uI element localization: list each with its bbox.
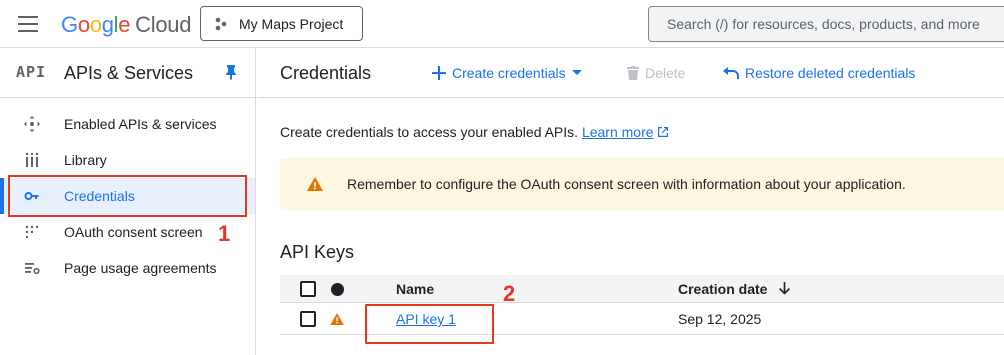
sidebar-item-label: Credentials	[64, 188, 135, 204]
google-cloud-logo[interactable]: Google Cloud	[61, 12, 191, 38]
sidebar-nav: Enabled APIs & services Library Credenti…	[0, 98, 255, 286]
delete-button[interactable]: Delete	[627, 65, 685, 81]
status-column-icon	[331, 283, 344, 296]
table-row[interactable]: API key 1 Sep 12, 2025	[280, 303, 1004, 335]
page-title: Credentials	[280, 63, 372, 83]
oauth-warning-banner: Remember to configure the OAuth consent …	[280, 158, 1004, 210]
caret-down-icon	[571, 70, 582, 75]
project-name: My Maps Project	[239, 15, 344, 32]
column-header-name[interactable]: Name	[396, 281, 434, 297]
sidebar-item-credentials[interactable]: Credentials	[0, 178, 255, 214]
main-content: Credentials Create credentials Delete Re…	[257, 48, 1004, 355]
api-keys-heading: API Keys	[280, 242, 355, 262]
search-placeholder: Search (/) for resources, docs, products…	[667, 16, 980, 32]
row-checkbox[interactable]	[300, 311, 316, 327]
select-all-checkbox[interactable]	[300, 281, 316, 297]
external-link-icon[interactable]	[657, 126, 669, 138]
sidebar-item-page-usage[interactable]: Page usage agreements	[0, 250, 255, 286]
create-credentials-label: Create credentials	[452, 65, 566, 81]
pin-icon[interactable]	[224, 64, 238, 80]
plus-icon	[432, 66, 446, 80]
library-grid-icon	[26, 153, 38, 167]
warning-text: Remember to configure the OAuth consent …	[347, 176, 906, 192]
search-input[interactable]: Search (/) for resources, docs, products…	[648, 6, 1004, 42]
sidebar-item-enabled-apis[interactable]: Enabled APIs & services	[0, 106, 255, 142]
trash-icon	[627, 66, 639, 80]
learn-more-link[interactable]: Learn more	[582, 124, 654, 140]
api-key-name-link[interactable]: API key 1	[396, 311, 456, 327]
settings-list-icon	[25, 263, 40, 275]
key-icon	[24, 192, 39, 200]
sidebar-item-label: OAuth consent screen	[64, 224, 203, 240]
undo-icon	[723, 67, 739, 79]
warning-icon	[307, 177, 323, 191]
step-number-2: 2	[503, 281, 516, 306]
restore-label: Restore deleted credentials	[745, 65, 916, 81]
restore-credentials-button[interactable]: Restore deleted credentials	[723, 65, 915, 81]
warning-icon	[330, 313, 344, 325]
diamond-arrows-icon	[24, 116, 40, 132]
column-header-creation-date[interactable]: Creation date	[678, 281, 791, 297]
sidebar-title: APIs & Services	[64, 63, 194, 83]
sidebar-item-library[interactable]: Library	[0, 142, 255, 178]
sidebar-item-label: Library	[64, 152, 107, 168]
intro-text: Create credentials to access your enable…	[280, 124, 669, 140]
creation-date-cell: Sep 12, 2025	[678, 311, 762, 327]
sidebar-item-oauth-consent[interactable]: OAuth consent screen	[0, 214, 255, 250]
table-header: Name Creation date	[280, 275, 1004, 303]
sort-arrow-down-icon[interactable]	[779, 282, 791, 295]
main-header: Credentials Create credentials Delete Re…	[257, 48, 1004, 98]
delete-label: Delete	[645, 65, 686, 81]
step-number-1: 1	[218, 221, 231, 246]
sidebar-item-label: Page usage agreements	[64, 260, 217, 276]
project-selector-button[interactable]: My Maps Project	[200, 6, 363, 41]
menu-icon[interactable]	[18, 16, 38, 32]
api-keys-table: Name Creation date API key 1 Sep 12, 202…	[280, 275, 1004, 335]
top-bar: Google Cloud My Maps Project Search (/) f…	[0, 0, 1004, 48]
dots-grid-icon	[25, 225, 39, 239]
sidebar-item-label: Enabled APIs & services	[64, 116, 217, 132]
api-icon: API	[16, 63, 47, 81]
sidebar: API APIs & Services Enabled APIs & servi…	[0, 48, 256, 355]
create-credentials-button[interactable]: Create credentials	[432, 65, 588, 81]
project-icon	[215, 17, 227, 30]
sidebar-header: API APIs & Services	[0, 48, 255, 98]
